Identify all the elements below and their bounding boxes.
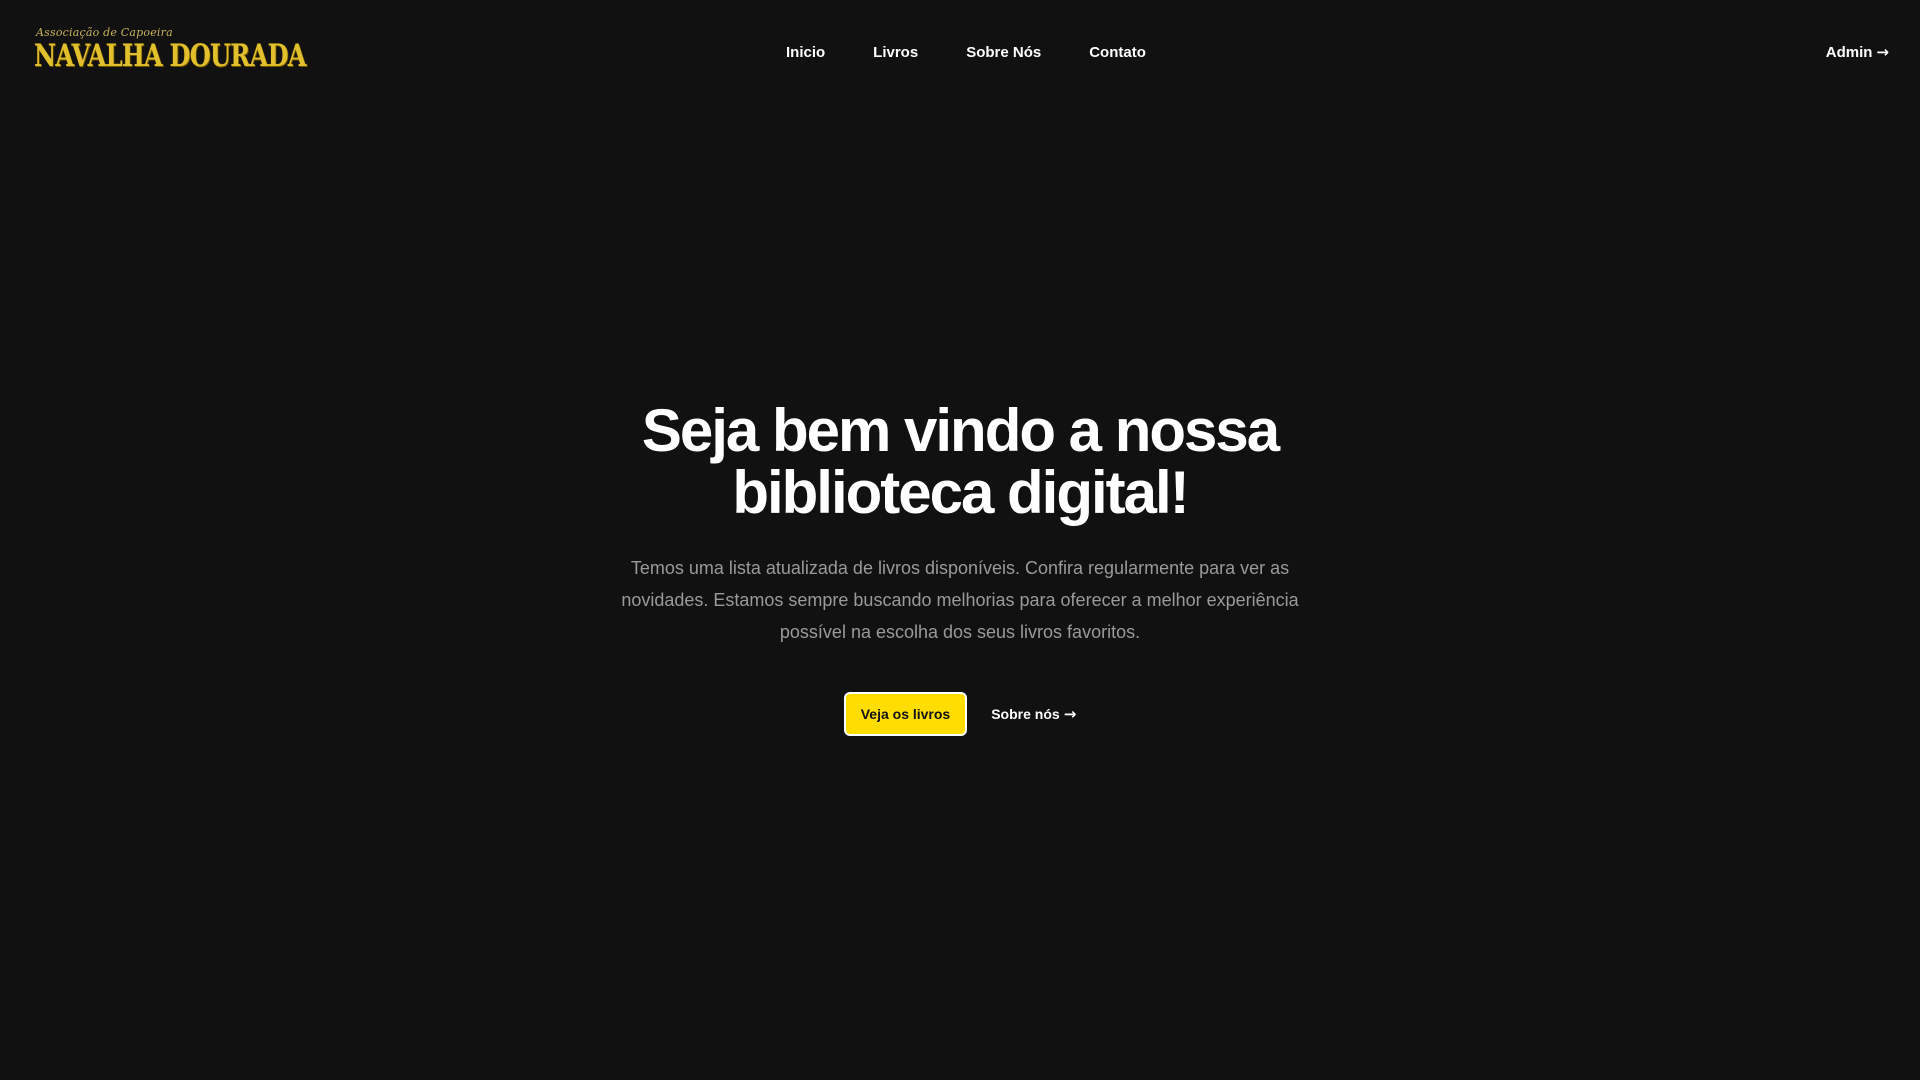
about-us-label: Sobre nós [991,706,1060,722]
hero-actions: Veja os livros Sobre nós → [843,692,1076,736]
hero-section: Seja bem vindo a nossa biblioteca digita… [0,400,1920,736]
hero-description: Temos uma lista atualizada de livros dis… [621,558,1299,642]
logo-title: NAVALHA DOURADA [34,38,307,74]
see-books-button[interactable]: Veja os livros [843,692,968,736]
site-header: Associação de Capoeira NAVALHA DOURADA I… [0,0,1920,104]
arrow-right-icon: → [1876,42,1889,61]
page: Associação de Capoeira NAVALHA DOURADA I… [0,0,1920,1080]
nav-item-sobre-nos[interactable]: Sobre Nós [966,44,1041,61]
about-us-link[interactable]: Sobre nós → [991,706,1076,722]
nav-item-livros[interactable]: Livros [873,44,918,61]
arrow-right-icon: → [1063,704,1077,723]
logo[interactable]: Associação de Capoeira NAVALHA DOURADA [34,24,307,80]
hero-title: Seja bem vindo a nossa biblioteca digita… [641,397,1280,526]
nav-item-contato[interactable]: Contato [1089,44,1146,61]
main-nav: Inicio Livros Sobre Nós Contato [786,40,1146,64]
admin-label: Admin [1825,43,1873,61]
admin-link[interactable]: Admin → [1826,40,1889,64]
nav-item-inicio[interactable]: Inicio [786,44,825,61]
